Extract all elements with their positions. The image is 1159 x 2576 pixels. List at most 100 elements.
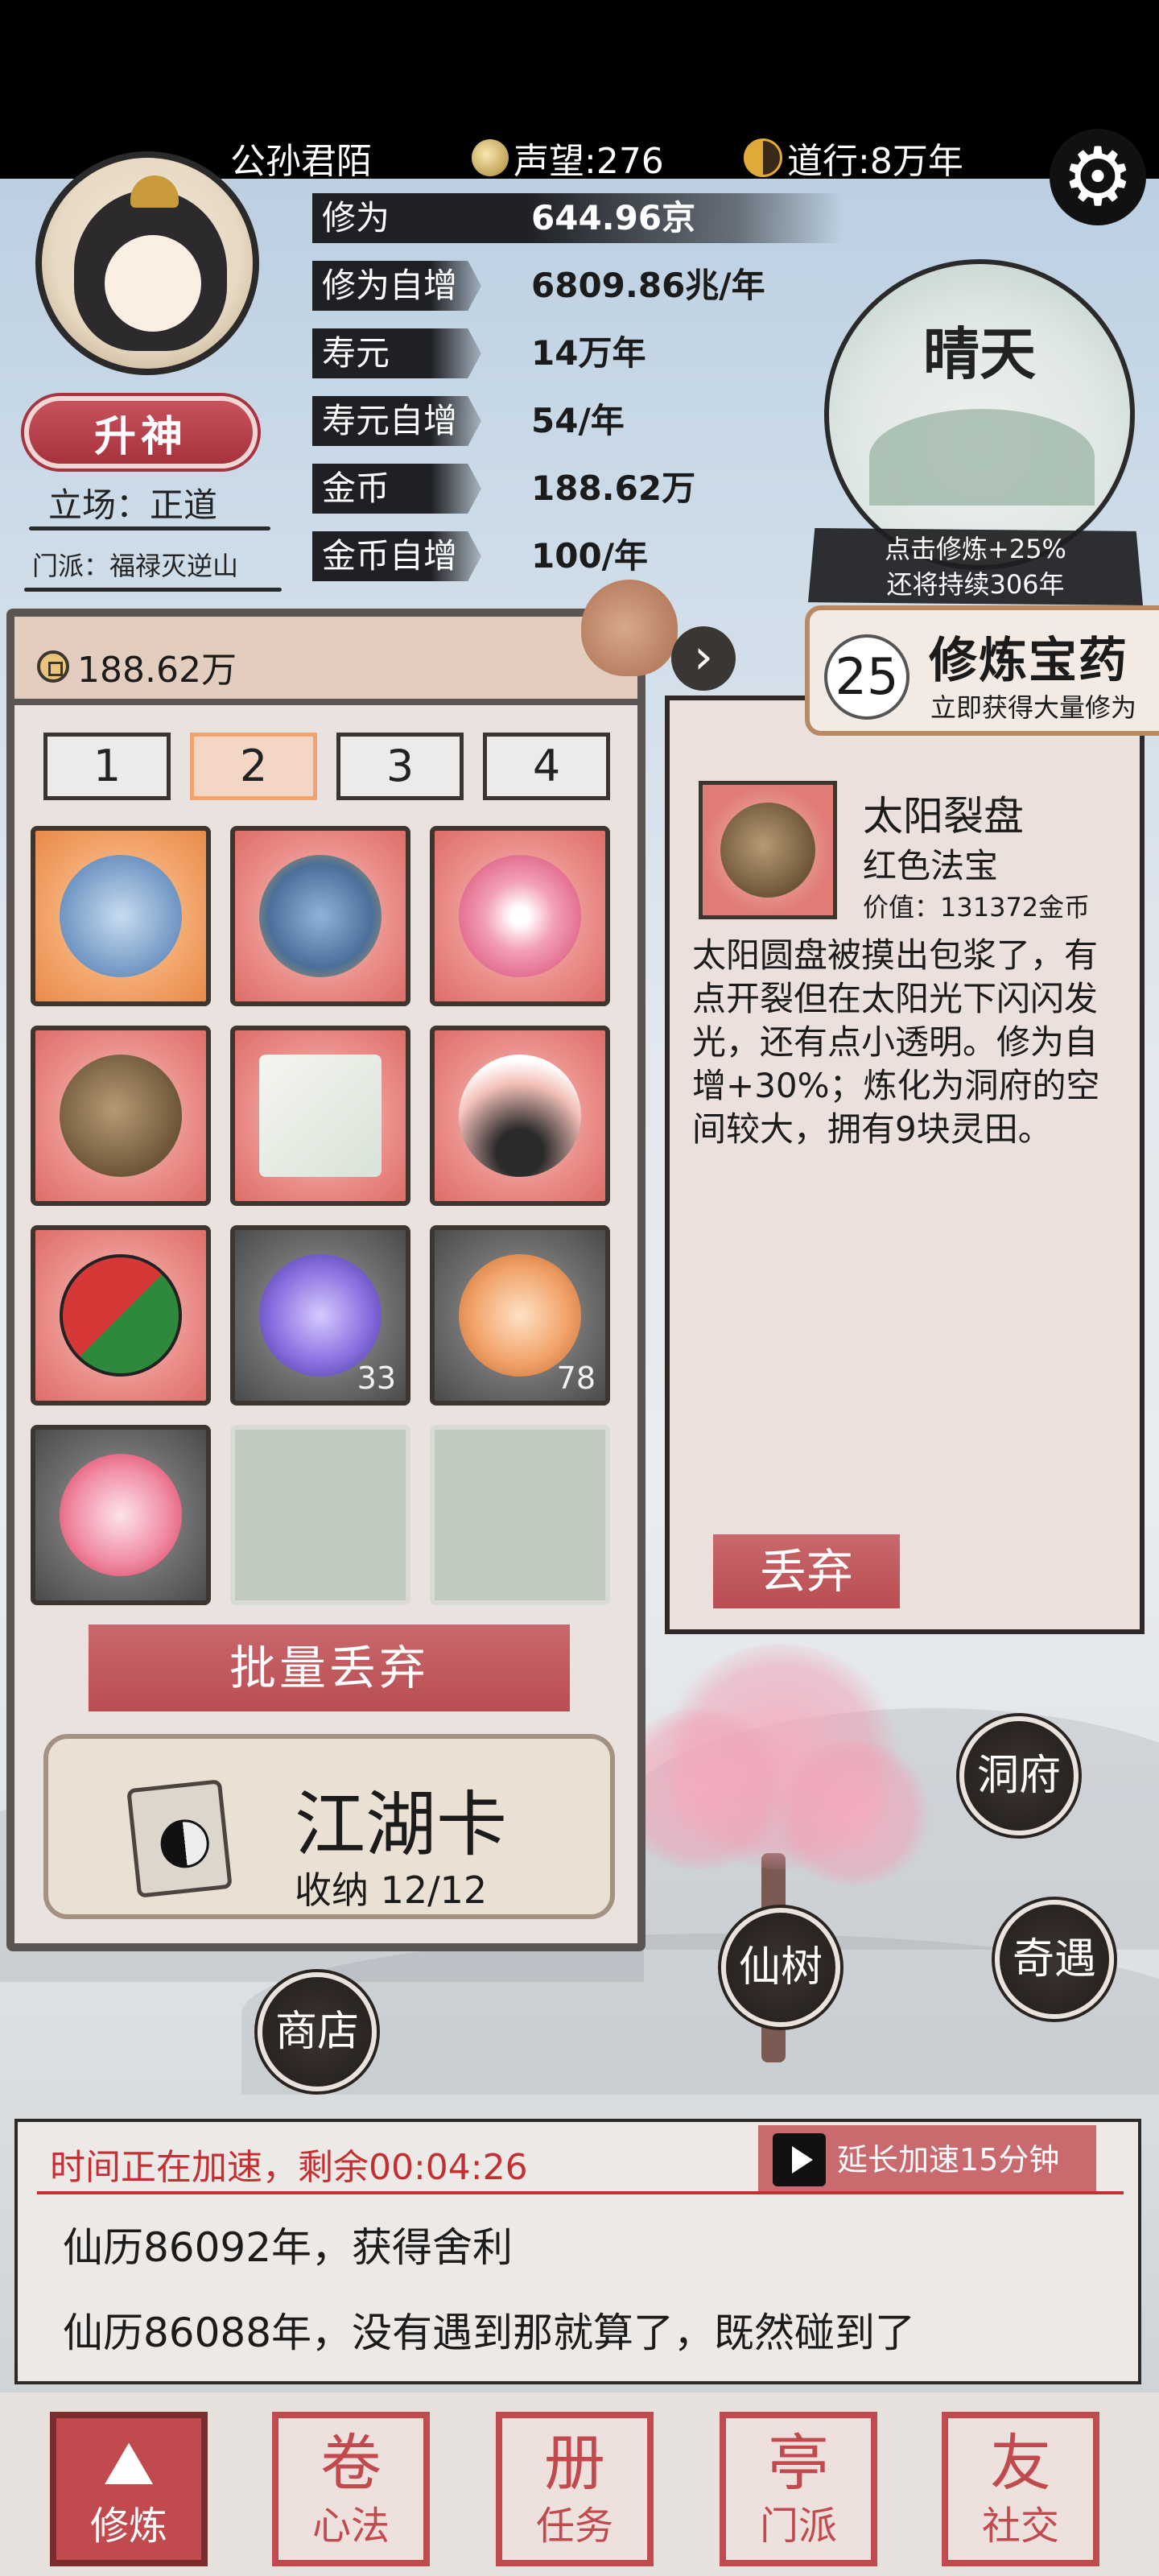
tab-3[interactable]: 3: [336, 733, 464, 800]
cave-button[interactable]: 洞府: [959, 1716, 1079, 1835]
gold-coin-icon: [37, 650, 69, 683]
robe-icon: [60, 855, 182, 977]
yin-yang-icon: [744, 138, 782, 177]
red-vortex-icon: [60, 1454, 182, 1576]
friends-icon: 友: [990, 2427, 1051, 2499]
weather-badge[interactable]: 晴天: [824, 259, 1135, 570]
inventory-gold: 188.62万: [37, 641, 237, 692]
nav-label: 心法: [311, 2504, 390, 2549]
tab-2[interactable]: 2: [190, 733, 317, 800]
nav-technique[interactable]: 卷 心法: [272, 2412, 430, 2566]
log-line: 仙历86088年，没有遇到那就算了，既然碰到了: [63, 2310, 916, 2356]
stat-label: 金币自增: [312, 531, 481, 581]
shop-button[interactable]: 商店: [258, 1972, 377, 2091]
scroll-icon: 卷: [320, 2427, 382, 2499]
chevron-right-icon[interactable]: ›: [671, 626, 736, 691]
dao-text: 道行:8万年: [787, 141, 963, 182]
ascend-button[interactable]: 升神: [24, 396, 258, 469]
speed-status: 时间正在加速，剩余00:04:26: [50, 2147, 528, 2188]
immortal-tree-button[interactable]: 仙树: [721, 1908, 840, 2027]
avatar[interactable]: [35, 151, 259, 375]
mountain-icon: ⛰: [103, 2427, 155, 2499]
discard-button[interactable]: 丢弃: [713, 1534, 900, 1608]
reputation-coin-icon: [472, 139, 509, 176]
sun-disc-icon: [720, 803, 815, 898]
stat-label: 金币: [312, 464, 481, 514]
sect-text: 门派：福禄灭逆山: [32, 551, 239, 581]
inventory-slot-empty[interactable]: [430, 1425, 610, 1605]
nav-label: 修炼: [89, 2504, 167, 2549]
inventory-slot[interactable]: [31, 826, 211, 1006]
stance-underline: [29, 526, 270, 530]
stat-value: 54/年: [531, 401, 625, 440]
inventory-slot[interactable]: [31, 1026, 211, 1206]
stat-row-cultivation-growth: 修为自增 6809.86兆/年: [312, 258, 876, 314]
item-count: 33: [357, 1360, 396, 1396]
detail-item-price: 价值：131372金币: [863, 892, 1091, 923]
inventory-slot[interactable]: [230, 1026, 410, 1206]
stat-row-gold: 金币 188.62万: [312, 460, 876, 517]
extend-speed-button[interactable]: 延长加速15分钟: [758, 2125, 1096, 2194]
tab-1[interactable]: 1: [43, 733, 171, 800]
medicine-subtitle: 立即获得大量修为: [930, 692, 1137, 723]
weather-note-line1: 点击修炼+25%: [885, 534, 1066, 564]
nav-cultivation[interactable]: ⛰ 修炼: [50, 2412, 208, 2566]
stat-value: 188.62万: [531, 469, 696, 508]
inventory-slot[interactable]: 78: [430, 1225, 610, 1406]
medicine-title: 修炼宝药: [929, 633, 1128, 689]
stat-value: 100/年: [531, 536, 649, 576]
inventory-slot[interactable]: [31, 1225, 211, 1406]
stat-value: 6809.86兆/年: [531, 266, 765, 305]
play-icon: [773, 2133, 826, 2186]
nav-label: 社交: [981, 2504, 1059, 2549]
stat-label: 修为自增: [312, 261, 481, 311]
pouch-icon[interactable]: [581, 580, 678, 676]
card-title: 江湖卡: [295, 1783, 508, 1866]
nav-label: 门派: [759, 2504, 837, 2549]
orange-vortex-icon: [459, 1254, 581, 1377]
card-capacity: 收纳 12/12: [295, 1868, 488, 1912]
adventure-button[interactable]: 奇遇: [995, 1900, 1114, 2019]
inventory-slot-empty[interactable]: [230, 1425, 410, 1605]
stat-row-gold-growth: 金币自增 100/年: [312, 528, 876, 584]
inventory-slot[interactable]: [31, 1425, 211, 1605]
cultivation-medicine-button[interactable]: 25 修炼宝药 立即获得大量修为: [805, 605, 1159, 736]
jianghu-card-button[interactable]: 江湖卡 收纳 12/12: [43, 1734, 615, 1919]
batch-discard-button[interactable]: 批量丢弃: [89, 1624, 570, 1711]
speed-divider: [37, 2191, 1124, 2194]
reputation: 声望:276: [472, 132, 664, 184]
stat-row-cultivation: 修为 644.96京: [312, 190, 876, 246]
inventory-slot[interactable]: [230, 826, 410, 1006]
stance-text: 立场：正道: [48, 485, 218, 525]
detail-item-grade: 红色法宝: [863, 846, 999, 886]
nav-social[interactable]: 友 社交: [942, 2412, 1099, 2566]
event-log: 时间正在加速，剩余00:04:26 延长加速15分钟 仙历86092年，获得舍利…: [14, 2119, 1141, 2384]
detail-item-description: 太阳圆盘被摸出包浆了，有点开裂但在太阳光下闪闪发光，还有点小透明。修为自增+30…: [692, 935, 1100, 1149]
inventory-slot[interactable]: 33: [230, 1225, 410, 1406]
tab-4[interactable]: 4: [483, 733, 610, 800]
inventory-slot[interactable]: [430, 1026, 610, 1206]
book-icon: 册: [544, 2427, 605, 2499]
inventory-slot[interactable]: [430, 826, 610, 1006]
settings-gear-icon[interactable]: ⚙: [1050, 129, 1146, 225]
stat-row-lifespan-growth: 寿元自增 54/年: [312, 393, 876, 449]
detail-item-name: 太阳裂盘: [863, 793, 1024, 840]
player-name: 公孙君陌: [230, 141, 372, 182]
scroll-book-icon: [259, 1055, 382, 1177]
item-detail-panel: 太阳裂盘 红色法宝 价值：131372金币 太阳圆盘被摸出包浆了，有点开裂但在太…: [665, 696, 1145, 1634]
helmet-icon: [259, 855, 382, 977]
bottom-nav: ⛰ 修炼 卷 心法 册 任务 亭 门派 友 社交: [0, 2392, 1159, 2576]
inventory-gold-value: 188.62万: [77, 650, 237, 691]
nav-label: 任务: [535, 2504, 613, 2549]
weather-note: 点击修炼+25% 还将持续306年: [808, 528, 1143, 605]
inventory-header: 188.62万: [14, 580, 678, 705]
sect-underline: [24, 588, 282, 592]
lotus-icon: [459, 855, 581, 977]
dao: 道行:8万年: [744, 132, 963, 184]
inventory-panel: 188.62万 1 2 3 4 33 78 批量丢弃 江湖卡 收纳 12/12: [6, 580, 678, 1951]
nav-sect[interactable]: 亭 门派: [720, 2412, 877, 2566]
stat-label: 寿元: [312, 328, 481, 378]
extend-speed-label: 延长加速15分钟: [837, 2142, 1060, 2178]
nav-quest[interactable]: 册 任务: [496, 2412, 654, 2566]
medicine-count: 25: [824, 634, 909, 720]
